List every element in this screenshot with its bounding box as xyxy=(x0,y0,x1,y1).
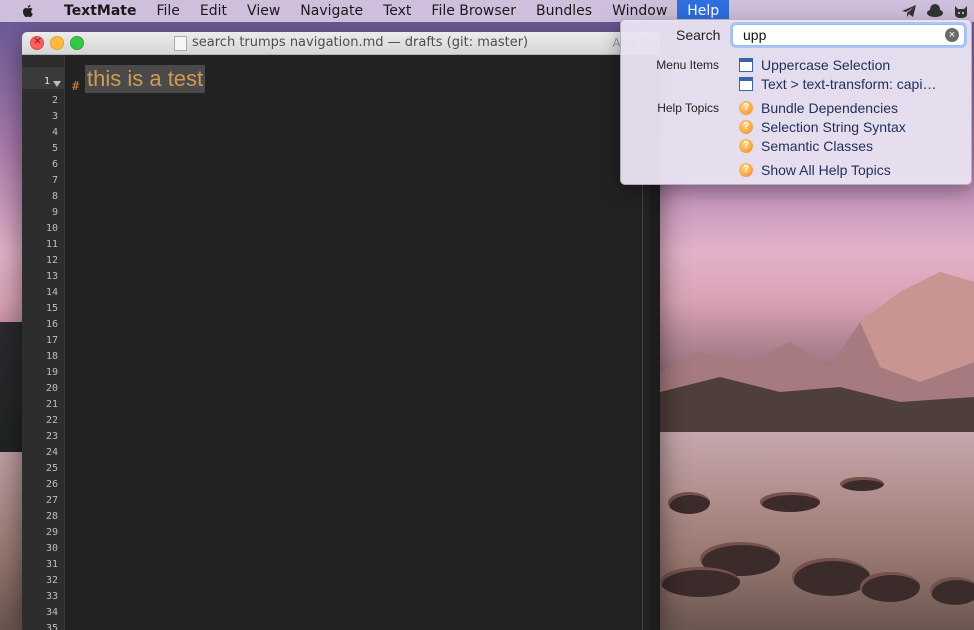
help-topic-icon: ? xyxy=(739,162,753,177)
line-number: 14 xyxy=(45,287,58,298)
line-number: 18 xyxy=(45,351,58,362)
help-topic-icon: ? xyxy=(739,119,753,134)
result-help-topic[interactable]: ? Semantic Classes xyxy=(739,136,873,155)
line-number-gutter: 1 2 3 4 5 6 7 8 9 10 11 12 13 14 15 16 17 18 19 20 21 22 23 24 2… xyxy=(22,55,65,630)
line-number: 34 xyxy=(45,607,58,618)
line-number: 12 xyxy=(45,255,58,266)
cat-icon[interactable] xyxy=(952,2,970,20)
help-search-popup: Search × Menu Items Uppercase Selection … xyxy=(620,19,972,185)
help-topic-icon: ? xyxy=(739,100,753,115)
line-number: 26 xyxy=(45,479,58,490)
fold-arrow-icon[interactable] xyxy=(53,81,61,87)
line-number: 4 xyxy=(51,127,58,138)
apple-logo-icon[interactable] xyxy=(20,3,36,19)
line-number: 13 xyxy=(45,271,58,282)
window-titlebar[interactable]: search trumps navigation.md — drafts (gi… xyxy=(22,32,660,55)
result-label: Show All Help Topics xyxy=(761,161,891,178)
close-window-button[interactable] xyxy=(30,34,44,50)
menu-file[interactable]: File xyxy=(146,0,189,22)
result-help-topic[interactable]: ? Selection String Syntax xyxy=(739,117,906,136)
editor-area[interactable]: 1 2 3 4 5 6 7 8 9 10 11 12 13 14 15 16 17 18 19 20 21 22 23 24 2… xyxy=(22,55,660,630)
menu-view[interactable]: View xyxy=(237,0,290,22)
help-search-input[interactable] xyxy=(743,27,938,43)
menu-item-icon xyxy=(739,76,753,91)
clear-search-icon[interactable]: × xyxy=(945,28,959,42)
line-number: 5 xyxy=(51,143,58,154)
result-menu-item[interactable]: Text > text-transform: capi… xyxy=(739,74,936,93)
menu-file-browser[interactable]: File Browser xyxy=(421,0,526,22)
window-title: search trumps navigation.md — drafts (gi… xyxy=(192,35,529,50)
help-topics-label: Help Topics xyxy=(657,101,719,115)
alfred-hat-icon[interactable] xyxy=(926,2,944,20)
result-label: Bundle Dependencies xyxy=(761,99,898,116)
line-number: 10 xyxy=(45,223,58,234)
line-number: 17 xyxy=(45,335,58,346)
zoom-window-button[interactable] xyxy=(70,36,84,50)
line-number: 22 xyxy=(45,415,58,426)
heading-marker: # xyxy=(72,79,80,93)
line-number: 2 xyxy=(51,95,58,106)
document-icon xyxy=(174,36,187,51)
line-number: 9 xyxy=(51,207,58,218)
result-label: Text > text-transform: capi… xyxy=(761,75,937,92)
line-number: 15 xyxy=(45,303,58,314)
line-number: 30 xyxy=(45,543,58,554)
line-number: 25 xyxy=(45,463,58,474)
result-menu-item[interactable]: Uppercase Selection xyxy=(739,55,890,74)
line-number: 6 xyxy=(51,159,58,170)
line-number: 29 xyxy=(45,527,58,538)
line-number: 35 xyxy=(45,623,58,630)
line-number: 3 xyxy=(51,111,58,122)
telegram-icon[interactable] xyxy=(900,2,918,20)
line-number: 8 xyxy=(51,191,58,202)
result-label: Uppercase Selection xyxy=(761,56,891,73)
line-number: 33 xyxy=(45,591,58,602)
line-number: 1 xyxy=(43,76,50,87)
line-number: 24 xyxy=(45,447,58,458)
line-number: 20 xyxy=(45,383,58,394)
minimize-window-button[interactable] xyxy=(50,36,64,50)
menu-item-icon xyxy=(739,57,753,72)
mountain-illustration xyxy=(660,272,974,452)
line-number: 21 xyxy=(45,399,58,410)
help-topic-icon: ? xyxy=(739,138,753,153)
line-number: 27 xyxy=(45,495,58,506)
line-number: 28 xyxy=(45,511,58,522)
help-search-field[interactable]: × xyxy=(732,24,965,46)
status-icons xyxy=(900,2,970,20)
line-number: 11 xyxy=(45,239,58,250)
result-help-topic[interactable]: ? Bundle Dependencies xyxy=(739,98,898,117)
line-number: 19 xyxy=(45,367,58,378)
line-number: 23 xyxy=(45,431,58,442)
menu-text[interactable]: Text xyxy=(373,0,421,22)
line-number: 31 xyxy=(45,559,58,570)
line-number: 16 xyxy=(45,319,58,330)
line-number: 32 xyxy=(45,575,58,586)
result-label: Semantic Classes xyxy=(761,137,874,154)
menu-navigate[interactable]: Navigate xyxy=(290,0,373,22)
result-label: Selection String Syntax xyxy=(761,118,906,135)
menu-edit[interactable]: Edit xyxy=(190,0,237,22)
selected-heading-text[interactable]: this is a test xyxy=(85,65,206,93)
show-all-help-topics[interactable]: ? Show All Help Topics xyxy=(739,160,891,179)
menu-bundles[interactable]: Bundles xyxy=(526,0,602,22)
menu-items-label: Menu Items xyxy=(656,58,719,72)
search-label: Search xyxy=(676,27,721,43)
editor-window: search trumps navigation.md — drafts (gi… xyxy=(22,32,660,630)
line-number: 7 xyxy=(51,175,58,186)
menu-app-name[interactable]: TextMate xyxy=(54,0,146,22)
